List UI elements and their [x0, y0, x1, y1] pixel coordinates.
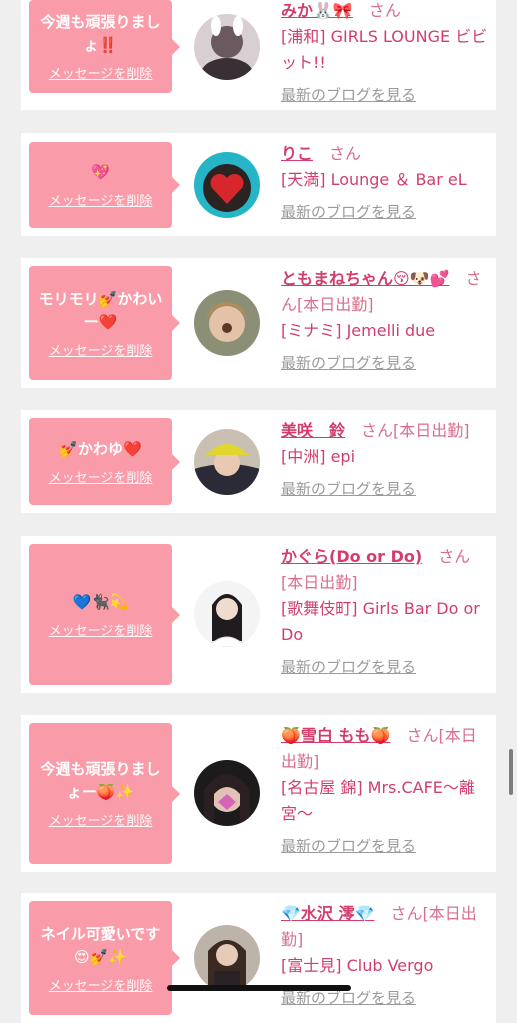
honorific: さん [438, 547, 471, 566]
message-card: モリモリ💅かわいー❤️ メッセージを削除 ともまねちゃん😚🐶💕 さん[本日出勤]… [21, 258, 496, 388]
message-text: 💖 [91, 163, 110, 181]
card-info: かぐら(Do or Do) さん [本日出勤] [歌舞伎町] Girls Bar … [281, 544, 491, 680]
message-text: ネイル可愛いです😍💅✨ [40, 924, 161, 966]
message-card: 💙🐈‍⬛💫 メッセージを削除 かぐら(Do or Do) さん [本日出勤] [歌… [21, 536, 496, 693]
message-card: ネイル可愛いです😍💅✨ メッセージを削除 💎水沢 澪💎 さん[本日出勤] [富士… [21, 893, 496, 1023]
cast-name-link[interactable]: りこ [281, 144, 313, 163]
message-text: 今週も頑張りましょー🍑✨ [40, 760, 161, 801]
card-info: 美咲 鈴 さん[本日出勤] [中洲] epi 最新のブログを見る [281, 418, 491, 502]
latest-blog-link[interactable]: 最新のブログを見る [281, 476, 491, 502]
home-indicator [167, 985, 351, 991]
shop-name: [浦和] GIRLS LOUNGE ビビット!! [281, 27, 488, 72]
avatar[interactable] [194, 925, 260, 991]
message-bubble: 💅かわゆ❤️ メッセージを削除 [29, 418, 180, 505]
honorific: さん [390, 904, 423, 923]
cast-name-link[interactable]: 美咲 鈴 [281, 421, 345, 440]
message-text: 今週も頑張りましょ‼️ [40, 13, 161, 54]
delete-message-link[interactable]: メッセージを削除 [49, 975, 153, 994]
shop-name: [名古屋 錦] Mrs.CAFE〜離宮〜 [281, 778, 475, 823]
status-badge: [本日出勤] [281, 573, 358, 592]
delete-message-link[interactable]: メッセージを削除 [49, 810, 153, 829]
status-badge: [本日出勤] [297, 295, 374, 314]
status-badge: [本日出勤] [393, 421, 470, 440]
card-info: 💎水沢 澪💎 さん[本日出勤] [富士見] Club Vergo 最新のブログを… [281, 901, 491, 1011]
message-text: モリモリ💅かわいー❤️ [38, 289, 163, 331]
shop-name: [富士見] Club Vergo [281, 956, 434, 975]
message-card: 今週も頑張りましょ‼️ メッセージを削除 みか🐰🎀 さん [浦和] GIRLS … [21, 0, 496, 110]
cast-name-link[interactable]: 🍑雪白 もも🍑 [281, 726, 390, 745]
honorific: さん [368, 1, 401, 20]
honorific: さん [406, 726, 439, 745]
cast-name-link[interactable]: ともまねちゃん😚🐶💕 [281, 269, 450, 288]
shop-name: [ミナミ] Jemelli due [281, 321, 436, 340]
card-info: 🍑雪白 もも🍑 さん[本日出勤] [名古屋 錦] Mrs.CAFE〜離宮〜 最新… [281, 723, 491, 859]
delete-message-link[interactable]: メッセージを削除 [49, 467, 153, 486]
avatar[interactable] [194, 760, 260, 826]
message-bubble: 今週も頑張りましょ‼️ メッセージを削除 [29, 0, 180, 93]
cast-name-link[interactable]: 💎水沢 澪💎 [281, 904, 374, 923]
message-bubble: 今週も頑張りましょー🍑✨ メッセージを削除 [29, 723, 180, 864]
latest-blog-link[interactable]: 最新のブログを見る [281, 350, 491, 376]
message-bubble: モリモリ💅かわいー❤️ メッセージを削除 [29, 266, 180, 380]
message-bubble: 💙🐈‍⬛💫 メッセージを削除 [29, 544, 180, 685]
cast-name-link[interactable]: かぐら(Do or Do) [281, 547, 422, 566]
avatar[interactable] [194, 290, 260, 356]
delete-message-link[interactable]: メッセージを削除 [49, 190, 153, 209]
latest-blog-link[interactable]: 最新のブログを見る [281, 833, 491, 859]
latest-blog-link[interactable]: 最新のブログを見る [281, 199, 491, 225]
scrollbar[interactable] [509, 749, 513, 795]
latest-blog-link[interactable]: 最新のブログを見る [281, 82, 491, 108]
message-card: 💅かわゆ❤️ メッセージを削除 美咲 鈴 さん[本日出勤] [中洲] epi 最… [21, 410, 496, 513]
avatar[interactable] [194, 581, 260, 647]
honorific: さん [361, 421, 394, 440]
card-info: りこ さん [天満] Lounge ＆ Bar eL 最新のブログを見る [281, 141, 491, 225]
delete-message-link[interactable]: メッセージを削除 [49, 63, 153, 82]
message-card: 今週も頑張りましょー🍑✨ メッセージを削除 🍑雪白 もも🍑 さん[本日出勤] [… [21, 715, 496, 872]
message-bubble: 💖 メッセージを削除 [29, 142, 180, 228]
message-text: 💙🐈‍⬛💫 [72, 592, 129, 611]
shop-name: [中洲] epi [281, 447, 356, 466]
delete-message-link[interactable]: メッセージを削除 [49, 620, 153, 639]
cast-name-link[interactable]: みか🐰🎀 [281, 1, 353, 20]
shop-name: [歌舞伎町] Girls Bar Do or Do [281, 599, 480, 644]
avatar[interactable] [194, 152, 260, 218]
card-info: ともまねちゃん😚🐶💕 さん[本日出勤] [ミナミ] Jemelli due 最新… [281, 266, 491, 376]
latest-blog-link[interactable]: 最新のブログを見る [281, 654, 491, 680]
shop-name: [天満] Lounge ＆ Bar eL [281, 170, 467, 189]
avatar[interactable] [194, 429, 260, 495]
card-info: みか🐰🎀 さん [浦和] GIRLS LOUNGE ビビット!! 最新のブログを… [281, 0, 491, 108]
message-text: 💅かわゆ❤️ [59, 439, 142, 458]
message-bubble: ネイル可愛いです😍💅✨ メッセージを削除 [29, 901, 180, 1015]
avatar[interactable] [194, 14, 260, 80]
delete-message-link[interactable]: メッセージを削除 [49, 340, 153, 359]
honorific: さん [329, 144, 362, 163]
message-card: 💖 メッセージを削除 りこ さん [天満] Lounge ＆ Bar eL 最新… [21, 133, 496, 236]
